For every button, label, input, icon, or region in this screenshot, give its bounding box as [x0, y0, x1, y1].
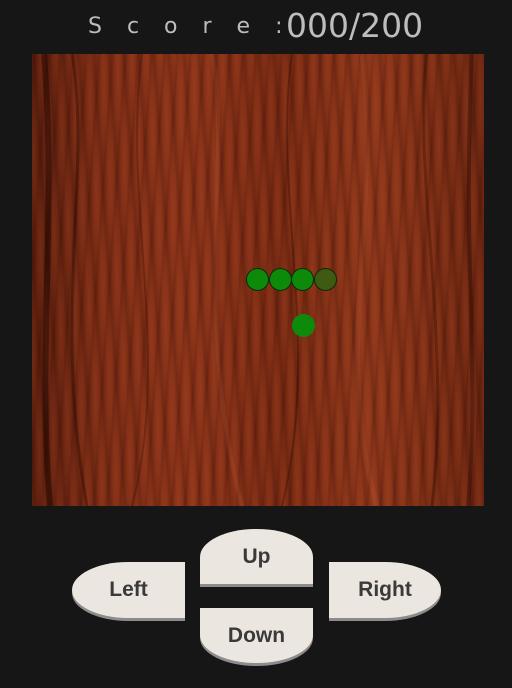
down-button[interactable]: Down — [200, 608, 313, 663]
right-button[interactable]: Right — [329, 562, 441, 618]
score-label: S c o r e : — [88, 14, 292, 39]
left-button[interactable]: Left — [72, 562, 185, 618]
left-button-label: Left — [109, 578, 148, 601]
snake-segment — [246, 268, 269, 291]
score-value: 000/200 — [286, 6, 424, 45]
right-button-label: Right — [358, 578, 412, 601]
game-board — [32, 54, 484, 506]
snake-segment — [269, 268, 292, 291]
food-pellet — [292, 314, 315, 337]
up-button-label: Up — [242, 544, 271, 568]
up-button[interactable]: Up — [200, 529, 313, 584]
snake-segment — [291, 268, 314, 291]
snake-head — [314, 268, 337, 291]
snake-game: S c o r e : 000/200 Up Left Right Down — [0, 0, 512, 688]
down-button-label: Down — [227, 623, 286, 647]
